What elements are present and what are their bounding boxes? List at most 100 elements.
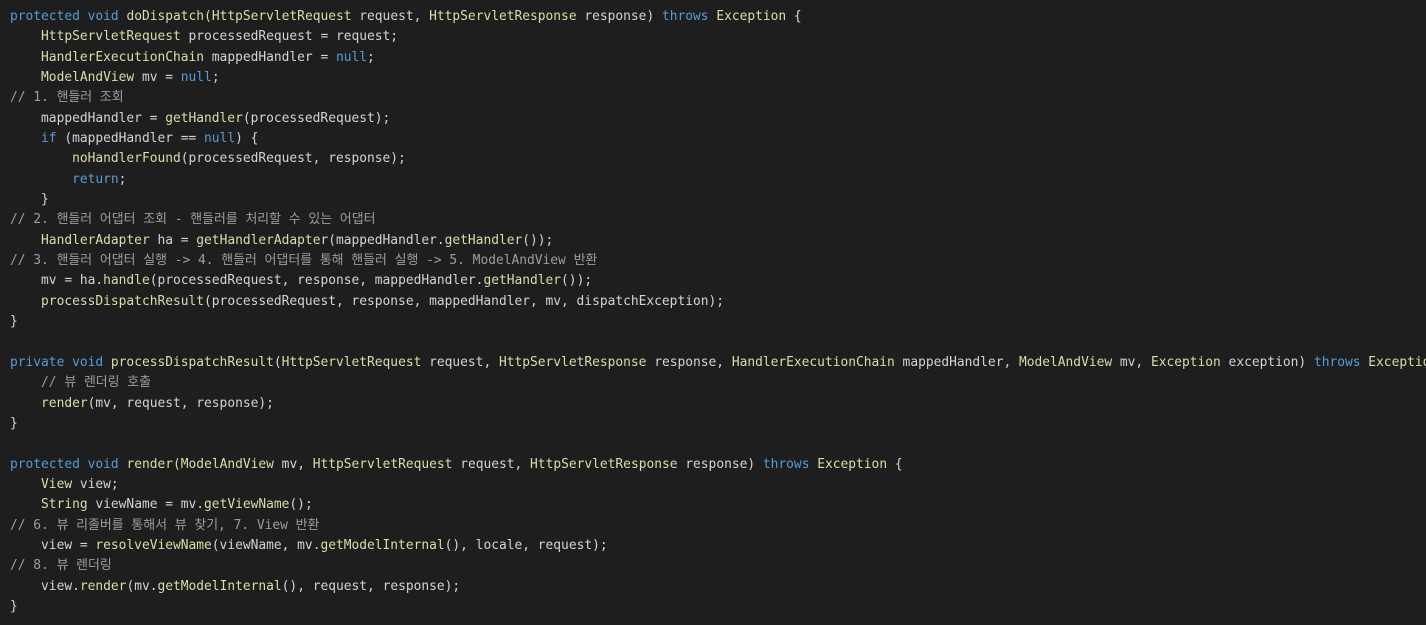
keyword-token: return (72, 171, 119, 187)
text-token: view; (72, 476, 119, 492)
comment-token: // 3. 핸들러 어댑터 실행 -> 4. 핸들러 어댑터를 통해 핸들러 실… (10, 253, 598, 269)
code-editor[interactable]: protected void doDispatch(HttpServletReq… (0, 0, 1426, 625)
method-token: getModelInternal (320, 537, 445, 553)
text-token: exception) (1220, 354, 1314, 370)
code-line: // 2. 핸들러 어댑터 조회 - 핸들러를 처리할 수 있는 어댑터 (0, 210, 1426, 230)
code-line: render(mv, request, response); (0, 394, 1426, 414)
text-token: response) (677, 456, 763, 472)
keyword-token: void (72, 354, 104, 370)
text-token: (processedRequest, response); (180, 151, 406, 167)
text-token: ()); (561, 273, 593, 289)
keyword-token: null (204, 131, 236, 147)
code-line: HandlerAdapter ha = getHandlerAdapter(ma… (0, 231, 1426, 251)
text-token: ) { (235, 131, 259, 147)
code-line: view = resolveViewName(viewName, mv.getM… (0, 536, 1426, 556)
text-token: request, (421, 354, 499, 370)
text-token: ; (211, 70, 220, 86)
type-token: Exception (1368, 354, 1426, 370)
code-line: } (0, 597, 1426, 617)
keyword-token: throws (1313, 354, 1361, 370)
comment-token: // 2. 핸들러 어댑터 조회 - 핸들러를 처리할 수 있는 어댑터 (10, 212, 376, 228)
code-line: } (0, 190, 1426, 210)
keyword-token: null (335, 49, 368, 65)
method-token: noHandlerFound (72, 151, 181, 167)
text-token: (mv. (126, 578, 158, 594)
method-token: render (41, 395, 88, 411)
code-line: // 8. 뷰 렌더링 (0, 556, 1426, 576)
text-token: view = (10, 537, 96, 553)
text-token: mv, (273, 456, 313, 472)
method-token: getViewName (204, 497, 290, 513)
type-token: Exception (716, 9, 787, 24)
type-token: HttpServletResponse (498, 354, 647, 370)
type-token: Exception (817, 456, 888, 472)
method-token: getHandler (165, 110, 243, 126)
keyword-token: throws (762, 456, 810, 472)
type-token: String (41, 497, 88, 513)
text-token: (mv, request, response); (87, 395, 274, 411)
text-token: { (887, 456, 903, 472)
code-line: protected void render(ModelAndView mv, H… (0, 455, 1426, 475)
text-token: (mappedHandler. (328, 232, 445, 248)
code-line: } (0, 414, 1426, 434)
text-token: mappedHandler, (894, 354, 1019, 370)
comment-token: // 8. 뷰 렌더링 (10, 558, 112, 574)
code-line: // 1. 핸들러 조회 (0, 88, 1426, 108)
method-token: getModelInternal (157, 578, 282, 594)
type-token: HttpServletResponse (530, 456, 678, 472)
type-token: HandlerExecutionChain (41, 49, 205, 65)
keyword-token: void (87, 9, 119, 24)
text-token: request, (351, 9, 430, 24)
text-token: mappedHandler = (10, 110, 166, 126)
code-line: noHandlerFound(processedRequest, respons… (0, 149, 1426, 169)
code-line: // 6. 뷰 리졸버를 통해서 뷰 찾기, 7. View 반환 (0, 516, 1426, 536)
keyword-token: private (10, 354, 65, 370)
type-token: HttpServletRequest (281, 354, 422, 370)
code-line: mv = ha.handle(processedRequest, respons… (0, 271, 1426, 291)
keyword-token: if (41, 131, 57, 147)
text-token: (processedRequest); (242, 110, 391, 126)
text-token: ha = (149, 232, 197, 248)
code-line: private void processDispatchResult(HttpS… (0, 353, 1426, 373)
text-token: ( (273, 354, 282, 370)
code-line: mappedHandler = getHandler(processedRequ… (0, 109, 1426, 129)
text-token: mappedHandler = (204, 49, 336, 65)
text-token: ( (204, 9, 212, 24)
text-token: ; (118, 171, 127, 187)
text-token: view. (10, 578, 80, 594)
text-token: response) (576, 9, 662, 24)
code-line: processDispatchResult(processedRequest, … (0, 292, 1426, 312)
code-line: return; (0, 170, 1426, 190)
code-line: HandlerExecutionChain mappedHandler = nu… (0, 48, 1426, 68)
text-token: (processedRequest, response, mappedHandl… (149, 273, 484, 289)
code-line: ModelAndView mv = null; (0, 68, 1426, 88)
comment-token: // 1. 핸들러 조회 (10, 90, 124, 106)
type-token: HttpServletRequest (41, 29, 181, 45)
code-line: HttpServletRequest processedRequest = re… (0, 27, 1426, 47)
method-token: getHandlerAdapter (196, 232, 329, 248)
type-token: HandlerAdapter (41, 232, 150, 248)
text-token: { (786, 9, 802, 24)
method-token: resolveViewName (95, 537, 212, 553)
text-token: processedRequest = request; (180, 29, 399, 45)
type-token: HttpServletRequest (312, 456, 453, 472)
method-token: processDispatchResult (110, 354, 274, 370)
method-token: getHandler (483, 273, 562, 289)
method-token: render (126, 456, 174, 472)
code-line: protected void doDispatch(HttpServletReq… (0, 7, 1426, 27)
keyword-token: protected (10, 9, 80, 24)
text-token: viewName = mv. (87, 497, 205, 513)
type-token: Exception (1150, 354, 1221, 370)
code-line: if (mappedHandler == null) { (0, 129, 1426, 149)
